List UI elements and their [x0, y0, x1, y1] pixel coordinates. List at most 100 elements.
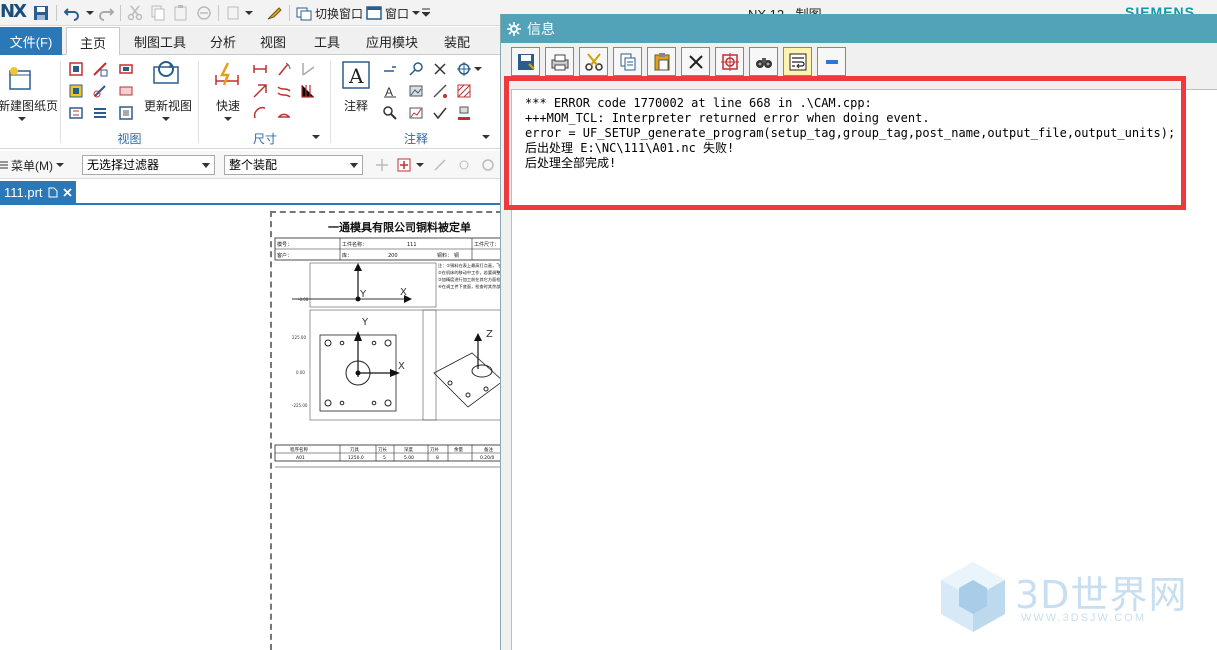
find-button[interactable] [715, 47, 744, 76]
close-icon[interactable] [62, 187, 72, 197]
snap-center-icon[interactable] [480, 157, 496, 173]
chevron-down-icon[interactable] [18, 115, 26, 123]
info-toolbar [501, 43, 1217, 77]
tab-application[interactable]: 应用模块 [358, 27, 426, 55]
new-sheet-icon[interactable] [6, 65, 34, 93]
snap-midpoint-icon[interactable] [456, 157, 472, 173]
quick-dimension-icon[interactable] [212, 61, 242, 89]
arrange-views-icon[interactable] [92, 105, 108, 121]
drawing-note: ④在调工件下底面，检查时其余部分 [438, 283, 504, 290]
center-mark-icon[interactable] [456, 61, 472, 77]
tab-file[interactable]: 文件(F) [0, 27, 62, 55]
touch-mode-button[interactable] [266, 3, 282, 23]
chamfer-dimension-icon[interactable] [252, 83, 268, 99]
search-icon[interactable] [382, 105, 398, 121]
image-icon[interactable] [408, 83, 424, 99]
find-next-button[interactable] [749, 47, 778, 76]
info-line-error-code: *** ERROR code 1770002 at line 668 in .\… [525, 96, 872, 110]
tab-tools[interactable]: 工具 [304, 27, 350, 55]
chevron-down-icon[interactable] [224, 115, 232, 123]
window-menu-button[interactable]: 窗口 [366, 3, 421, 23]
selection-scope-dropdown[interactable]: 整个装配 [224, 155, 363, 175]
cut-button[interactable] [127, 3, 143, 23]
note-icon[interactable]: A [342, 61, 370, 89]
print-button[interactable] [545, 47, 574, 76]
surface-finish-icon[interactable]: A [382, 83, 398, 99]
repeat-command-button[interactable] [226, 3, 253, 23]
section-view-icon[interactable] [68, 83, 84, 99]
thickness-dimension-icon[interactable] [276, 83, 292, 99]
snap-point-icon[interactable] [374, 157, 390, 173]
hatch-icon[interactable] [456, 83, 472, 99]
tab-assembly[interactable]: 装配 [434, 27, 480, 55]
redo-button[interactable] [98, 3, 114, 23]
delete-text-button[interactable] [681, 47, 710, 76]
undo-button[interactable] [64, 3, 80, 23]
break-out-view-icon[interactable] [118, 83, 134, 99]
tab-drafting-tools[interactable]: 制图工具 [122, 27, 198, 55]
type-filter-dropdown[interactable]: 无选择过滤器 [82, 155, 215, 175]
word-wrap-button[interactable] [783, 47, 812, 76]
qat-customize-button[interactable] [422, 3, 430, 23]
tab-analysis[interactable]: 分析 [200, 27, 246, 55]
drawing-note: ②在机床的移动中工作，若要调整图表 [438, 269, 504, 276]
table-cell: 0.20/0 [480, 455, 495, 461]
dimension-label: -0.00 [298, 297, 309, 302]
info-title-bar[interactable]: 信息 [501, 14, 1217, 43]
chevron-down-icon[interactable] [416, 161, 424, 169]
arc-length-icon[interactable] [252, 105, 268, 121]
paste-button[interactable] [173, 3, 189, 23]
cut-text-button[interactable] [579, 47, 608, 76]
pen-icon [267, 7, 282, 20]
view-break-icon[interactable] [68, 105, 84, 121]
feature-control-frame-icon[interactable] [382, 61, 398, 77]
x-mark-icon[interactable] [432, 61, 448, 77]
drawing-sheet[interactable]: 一通模具有限公司铜料被定单 模号： 工件名称： 111 工件尺寸： 客户： 库：… [270, 211, 517, 650]
copy-text-button[interactable] [613, 47, 642, 76]
datum-feature-icon[interactable] [408, 61, 424, 77]
drawing-header: 一通模具有限公司铜料被定单 [328, 220, 471, 234]
weld-symbol-icon[interactable] [456, 105, 472, 121]
chart-icon[interactable] [408, 105, 424, 121]
info-text-area[interactable]: *** ERROR code 1770002 at line 668 in .\… [511, 89, 1217, 650]
chevron-down-icon[interactable] [162, 115, 170, 123]
graphics-window[interactable]: 一通模具有限公司铜料被定单 模号： 工件名称： 111 工件尺寸： 客户： 库：… [0, 207, 517, 650]
paste-text-button[interactable] [647, 47, 676, 76]
undo-dropdown[interactable] [86, 3, 94, 23]
update-view-icon[interactable] [150, 59, 182, 87]
radial-dimension-icon[interactable] [276, 61, 292, 77]
tab-view[interactable]: 视图 [250, 27, 296, 55]
projected-view-icon[interactable] [92, 61, 108, 77]
save-as-button[interactable] [511, 47, 540, 76]
base-view-icon[interactable] [68, 61, 84, 77]
snap-endpoint-icon[interactable] [432, 157, 448, 173]
tab-document[interactable]: 111.prt [0, 181, 76, 203]
copy-button[interactable] [150, 3, 166, 23]
sketch-icon[interactable] [432, 83, 448, 99]
window-label: 窗口 [385, 6, 410, 21]
linear-dimension-icon[interactable] [252, 61, 268, 77]
word-wrap-icon [789, 53, 806, 70]
delete-button[interactable] [196, 3, 212, 23]
chevron-down-icon [56, 163, 64, 167]
check-mark-icon[interactable] [432, 105, 448, 121]
axis-label-z: Z [486, 329, 493, 340]
minimize-info-button[interactable] [817, 47, 846, 76]
menu-button[interactable]: 菜单(M) [0, 155, 64, 175]
detail-view-icon[interactable] [118, 61, 134, 77]
tab-home[interactable]: 主页 [66, 27, 120, 56]
switch-window-button[interactable]: 切换窗口 [296, 3, 363, 23]
angular-dimension-icon[interactable] [300, 61, 316, 77]
broken-view-icon[interactable] [92, 83, 108, 99]
info-title: 信息 [527, 20, 555, 37]
perimeter-dimension-icon[interactable] [276, 105, 292, 121]
chevron-down-icon[interactable] [482, 133, 490, 141]
select-feature-icon[interactable] [396, 157, 412, 173]
view-boundary-icon[interactable] [118, 105, 134, 121]
chevron-down-icon[interactable] [312, 133, 320, 141]
save-button[interactable] [33, 3, 49, 23]
info-text: *** ERROR code 1770002 at line 668 in .\… [525, 96, 1175, 171]
drawing-header-cell: 铜 [454, 252, 459, 259]
chevron-down-icon[interactable] [474, 65, 482, 73]
ordinate-dimension-icon[interactable] [300, 83, 316, 99]
